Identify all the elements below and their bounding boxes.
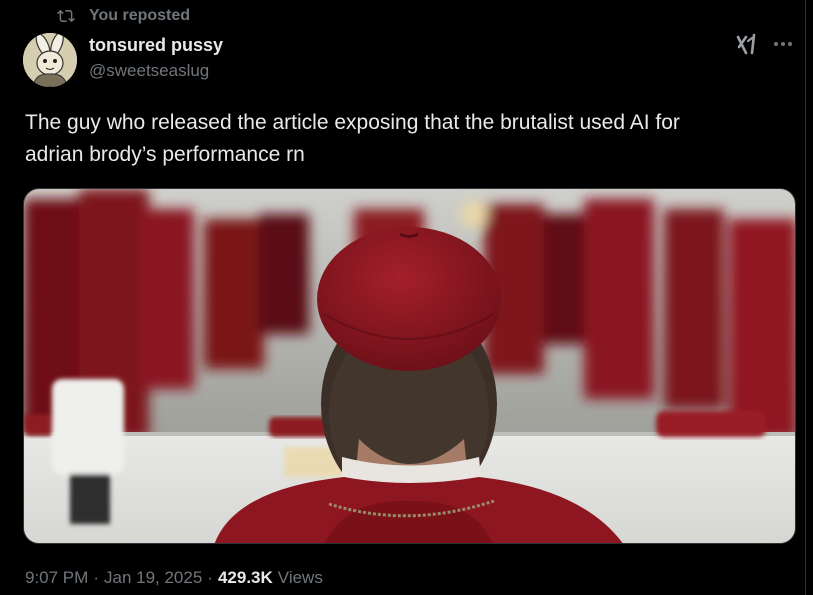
tweet-date[interactable]: Jan 19, 2025: [104, 568, 202, 588]
tweet-text: The guy who released the article exposin…: [25, 111, 680, 166]
photo-cardinal-back-of-head-icon: [24, 189, 795, 543]
avatar-cartoon-rabbit-monk-icon: [23, 33, 77, 87]
avatar[interactable]: [23, 33, 77, 87]
meta-separator: ·: [207, 568, 213, 587]
repost-label: You reposted: [89, 7, 191, 24]
tweet-meta: 9:07 PM · Jan 19, 2025 · 429.3K Views: [25, 568, 323, 588]
author-display-name[interactable]: tonsured pussy: [89, 35, 223, 56]
views-label: Views: [277, 568, 323, 587]
views-count[interactable]: 429.3K: [218, 568, 273, 588]
repost-icon: [57, 9, 75, 23]
meta-separator: ·: [93, 568, 99, 587]
more-icon: [774, 42, 792, 46]
author-handle[interactable]: @sweetseaslug: [89, 61, 209, 81]
grok-icon: [736, 33, 756, 55]
tweet-frame: You reposted tonsured pussy @sweetseaslu…: [0, 0, 806, 595]
tweet-time[interactable]: 9:07 PM: [25, 568, 88, 588]
tweet-media-photo[interactable]: [23, 188, 796, 544]
more-options-button[interactable]: [772, 36, 794, 52]
grok-button[interactable]: [735, 33, 759, 57]
repost-indicator[interactable]: You reposted: [57, 6, 190, 26]
